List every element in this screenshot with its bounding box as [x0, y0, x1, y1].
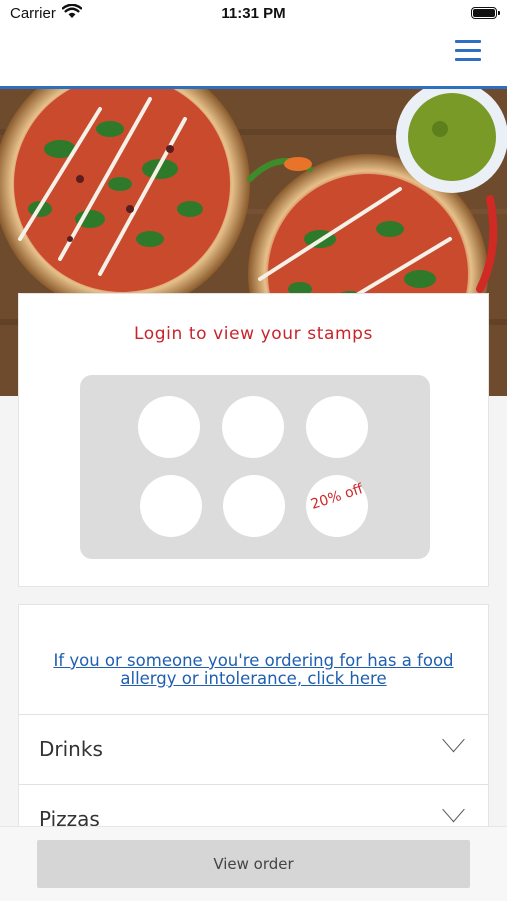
- clock-time: 11:31 PM: [221, 5, 286, 22]
- battery-icon: [471, 7, 500, 19]
- view-order-button[interactable]: View order: [37, 840, 470, 888]
- menu-card: If you or someone you're ordering for ha…: [18, 604, 489, 844]
- status-bar: Carrier 11:31 PM: [0, 0, 507, 28]
- allergy-info-link[interactable]: If you or someone you're ordering for ha…: [39, 652, 468, 688]
- chevron-down-icon: [442, 726, 465, 753]
- chevron-down-icon: [442, 796, 465, 823]
- stamp-slot: [140, 475, 202, 537]
- stamp-reward: 20% off: [306, 475, 368, 537]
- reward-label: 20% off: [308, 481, 366, 513]
- stamps-card: Login to view your stamps 20% off: [18, 293, 489, 587]
- stamp-slot: [306, 396, 368, 458]
- stamps-login-prompt[interactable]: Login to view your stamps: [19, 324, 488, 344]
- stamp-slot: [138, 396, 200, 458]
- stamp-grid: 20% off: [80, 375, 430, 559]
- menu-category-label: Drinks: [39, 737, 103, 761]
- menu-category-drinks[interactable]: Drinks: [19, 714, 488, 785]
- hamburger-menu-icon[interactable]: [455, 40, 481, 64]
- bottom-bar: View order: [0, 826, 507, 901]
- stamp-slot: [222, 396, 284, 458]
- app-header: [0, 28, 507, 89]
- stamp-slot: [223, 475, 285, 537]
